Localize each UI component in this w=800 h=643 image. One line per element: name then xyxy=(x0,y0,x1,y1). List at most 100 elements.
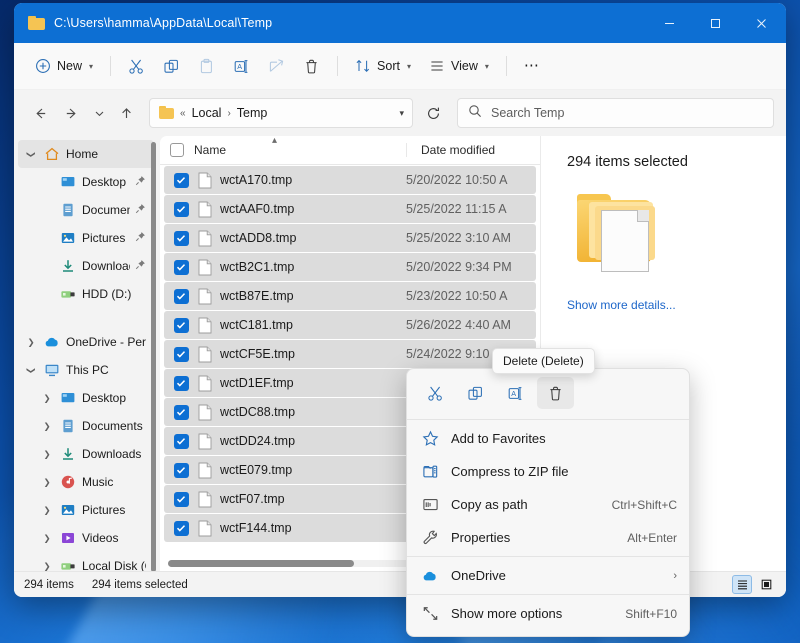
show-more-details-link[interactable]: Show more details... xyxy=(567,298,766,312)
row-checkbox[interactable] xyxy=(164,405,198,420)
table-row[interactable]: wctB87E.tmp5/23/2022 10:50 A xyxy=(164,282,536,310)
view-icon xyxy=(429,58,445,74)
folder-icon xyxy=(28,16,45,30)
sidebar-item-hdd-d[interactable]: HDD (D:) xyxy=(18,280,154,308)
context-menu-item-add-to-favorites[interactable]: Add to Favorites xyxy=(407,422,689,455)
chevron-down-icon[interactable]: ❯ xyxy=(26,147,37,161)
sidebar-item-home[interactable]: ❯ Home xyxy=(18,140,154,168)
row-checkbox[interactable] xyxy=(164,173,198,188)
view-button[interactable]: View ▾ xyxy=(420,51,498,82)
details-view-icon[interactable] xyxy=(732,575,752,594)
context-cut-button[interactable] xyxy=(417,377,454,409)
cut-button[interactable] xyxy=(119,51,154,82)
delete-button[interactable] xyxy=(294,51,329,82)
chevron-right-icon[interactable]: ❯ xyxy=(40,533,54,544)
copy-button[interactable] xyxy=(154,51,189,82)
horizontal-scrollbar-thumb[interactable] xyxy=(168,560,354,567)
file-icon xyxy=(198,462,220,479)
back-arrow-icon[interactable] xyxy=(26,99,55,128)
chevron-right-icon[interactable]: ❯ xyxy=(40,421,54,432)
file-icon xyxy=(198,433,220,450)
chevron-right-icon[interactable]: ❯ xyxy=(40,505,54,516)
row-checkbox[interactable] xyxy=(164,376,198,391)
select-all-checkbox[interactable] xyxy=(160,143,194,157)
downloads-icon xyxy=(59,258,77,274)
up-arrow-icon[interactable] xyxy=(112,99,141,128)
maximize-icon[interactable] xyxy=(692,3,738,43)
sidebar-item-documents[interactable]: Documents xyxy=(18,196,154,224)
row-checkbox[interactable] xyxy=(164,347,198,362)
rename-button[interactable]: A xyxy=(224,51,259,82)
sidebar-item-music[interactable]: ❯Music xyxy=(18,468,154,496)
row-checkbox[interactable] xyxy=(164,521,198,536)
context-menu-item-onedrive[interactable]: OneDrive› xyxy=(407,559,689,592)
pin-icon[interactable] xyxy=(135,203,146,217)
sidebar-item-label: Home xyxy=(66,147,146,161)
chevron-right-icon[interactable]: ❯ xyxy=(40,449,54,460)
context-rename-button[interactable]: A xyxy=(497,377,534,409)
sidebar-item-videos[interactable]: ❯Videos xyxy=(18,524,154,552)
sidebar-item-desktop[interactable]: Desktop xyxy=(18,168,154,196)
breadcrumb-overflow[interactable]: « xyxy=(180,108,186,119)
row-checkbox[interactable] xyxy=(164,434,198,449)
context-menu-item-show-more-options[interactable]: Show more optionsShift+F10 xyxy=(407,597,689,630)
pin-icon[interactable] xyxy=(135,259,146,273)
row-checkbox[interactable] xyxy=(164,492,198,507)
column-header-date-modified[interactable]: Date modified xyxy=(406,143,540,157)
table-row[interactable]: wctADD8.tmp5/25/2022 3:10 AM xyxy=(164,224,536,252)
row-checkbox[interactable] xyxy=(164,463,198,478)
large-icons-view-icon[interactable] xyxy=(756,575,776,594)
sidebar-item-label: Pictures xyxy=(82,503,146,517)
close-icon[interactable] xyxy=(738,3,784,43)
chevron-right-icon[interactable]: ❯ xyxy=(40,477,54,488)
context-menu-item-properties[interactable]: PropertiesAlt+Enter xyxy=(407,521,689,554)
breadcrumb[interactable]: « Local › Temp ▾ xyxy=(149,98,413,128)
refresh-icon[interactable] xyxy=(419,99,447,127)
file-name: wctD1EF.tmp xyxy=(220,376,406,390)
context-menu-item-compress-to-zip-file[interactable]: Compress to ZIP file xyxy=(407,455,689,488)
sidebar-item-onedrive-perso[interactable]: ❯OneDrive - Perso xyxy=(18,328,154,356)
sort-button[interactable]: Sort ▾ xyxy=(346,51,420,82)
file-date-modified: 5/26/2022 4:40 AM xyxy=(406,318,536,332)
sidebar-item-desktop[interactable]: ❯Desktop xyxy=(18,384,154,412)
column-header-name[interactable]: Name ▴ xyxy=(194,143,406,157)
row-checkbox[interactable] xyxy=(164,289,198,304)
sidebar-scrollbar[interactable] xyxy=(151,142,156,571)
new-button[interactable]: New ▾ xyxy=(26,51,102,82)
breadcrumb-item-temp[interactable]: Temp xyxy=(237,106,268,120)
pin-icon[interactable] xyxy=(135,231,146,245)
breadcrumb-chevron-down-icon[interactable]: ▾ xyxy=(399,108,408,119)
search-input[interactable]: Search Temp xyxy=(457,98,774,128)
sidebar-item-pictures[interactable]: ❯ Pictures xyxy=(18,496,154,524)
table-row[interactable]: wctAAF0.tmp5/25/2022 11:15 A xyxy=(164,195,536,223)
forward-arrow-icon[interactable] xyxy=(57,99,86,128)
pin-icon[interactable] xyxy=(135,175,146,189)
table-row[interactable]: wctB2C1.tmp5/20/2022 9:34 PM xyxy=(164,253,536,281)
minimize-icon[interactable] xyxy=(646,3,692,43)
sidebar-gap xyxy=(14,308,160,328)
sidebar-item-this-pc[interactable]: ❯This PC xyxy=(18,356,154,384)
sidebar-item-downloads[interactable]: Downloads xyxy=(18,252,154,280)
context-copy-button[interactable] xyxy=(457,377,494,409)
chevron-right-icon[interactable]: ❯ xyxy=(24,337,38,348)
context-menu-item-copy-as-path[interactable]: Copy as pathCtrl+Shift+C xyxy=(407,488,689,521)
file-name: wctF144.tmp xyxy=(220,521,406,535)
table-row[interactable]: wctCF5E.tmp5/24/2022 9:10 xyxy=(164,340,536,368)
sidebar-item-documents[interactable]: ❯Documents xyxy=(18,412,154,440)
chevron-down-icon[interactable]: ❯ xyxy=(26,363,37,377)
row-checkbox[interactable] xyxy=(164,260,198,275)
see-more-button[interactable]: ⋯ xyxy=(515,51,550,82)
table-row[interactable]: wctA170.tmp5/20/2022 10:50 A xyxy=(164,166,536,194)
sidebar-item-pictures[interactable]: Pictures xyxy=(18,224,154,252)
sidebar-item-downloads[interactable]: ❯Downloads xyxy=(18,440,154,468)
breadcrumb-item-local[interactable]: Local xyxy=(192,106,222,120)
row-checkbox[interactable] xyxy=(164,231,198,246)
recent-locations-chevron-down-icon[interactable] xyxy=(88,99,110,128)
row-checkbox[interactable] xyxy=(164,318,198,333)
table-row[interactable]: wctC181.tmp5/26/2022 4:40 AM xyxy=(164,311,536,339)
row-checkbox[interactable] xyxy=(164,202,198,217)
context-delete-button[interactable] xyxy=(537,377,574,409)
chevron-right-icon[interactable]: ❯ xyxy=(40,393,54,404)
chevron-right-icon[interactable]: ❯ xyxy=(40,561,54,572)
sidebar-item-local-disk-c[interactable]: ❯Local Disk (C:) xyxy=(18,552,154,571)
